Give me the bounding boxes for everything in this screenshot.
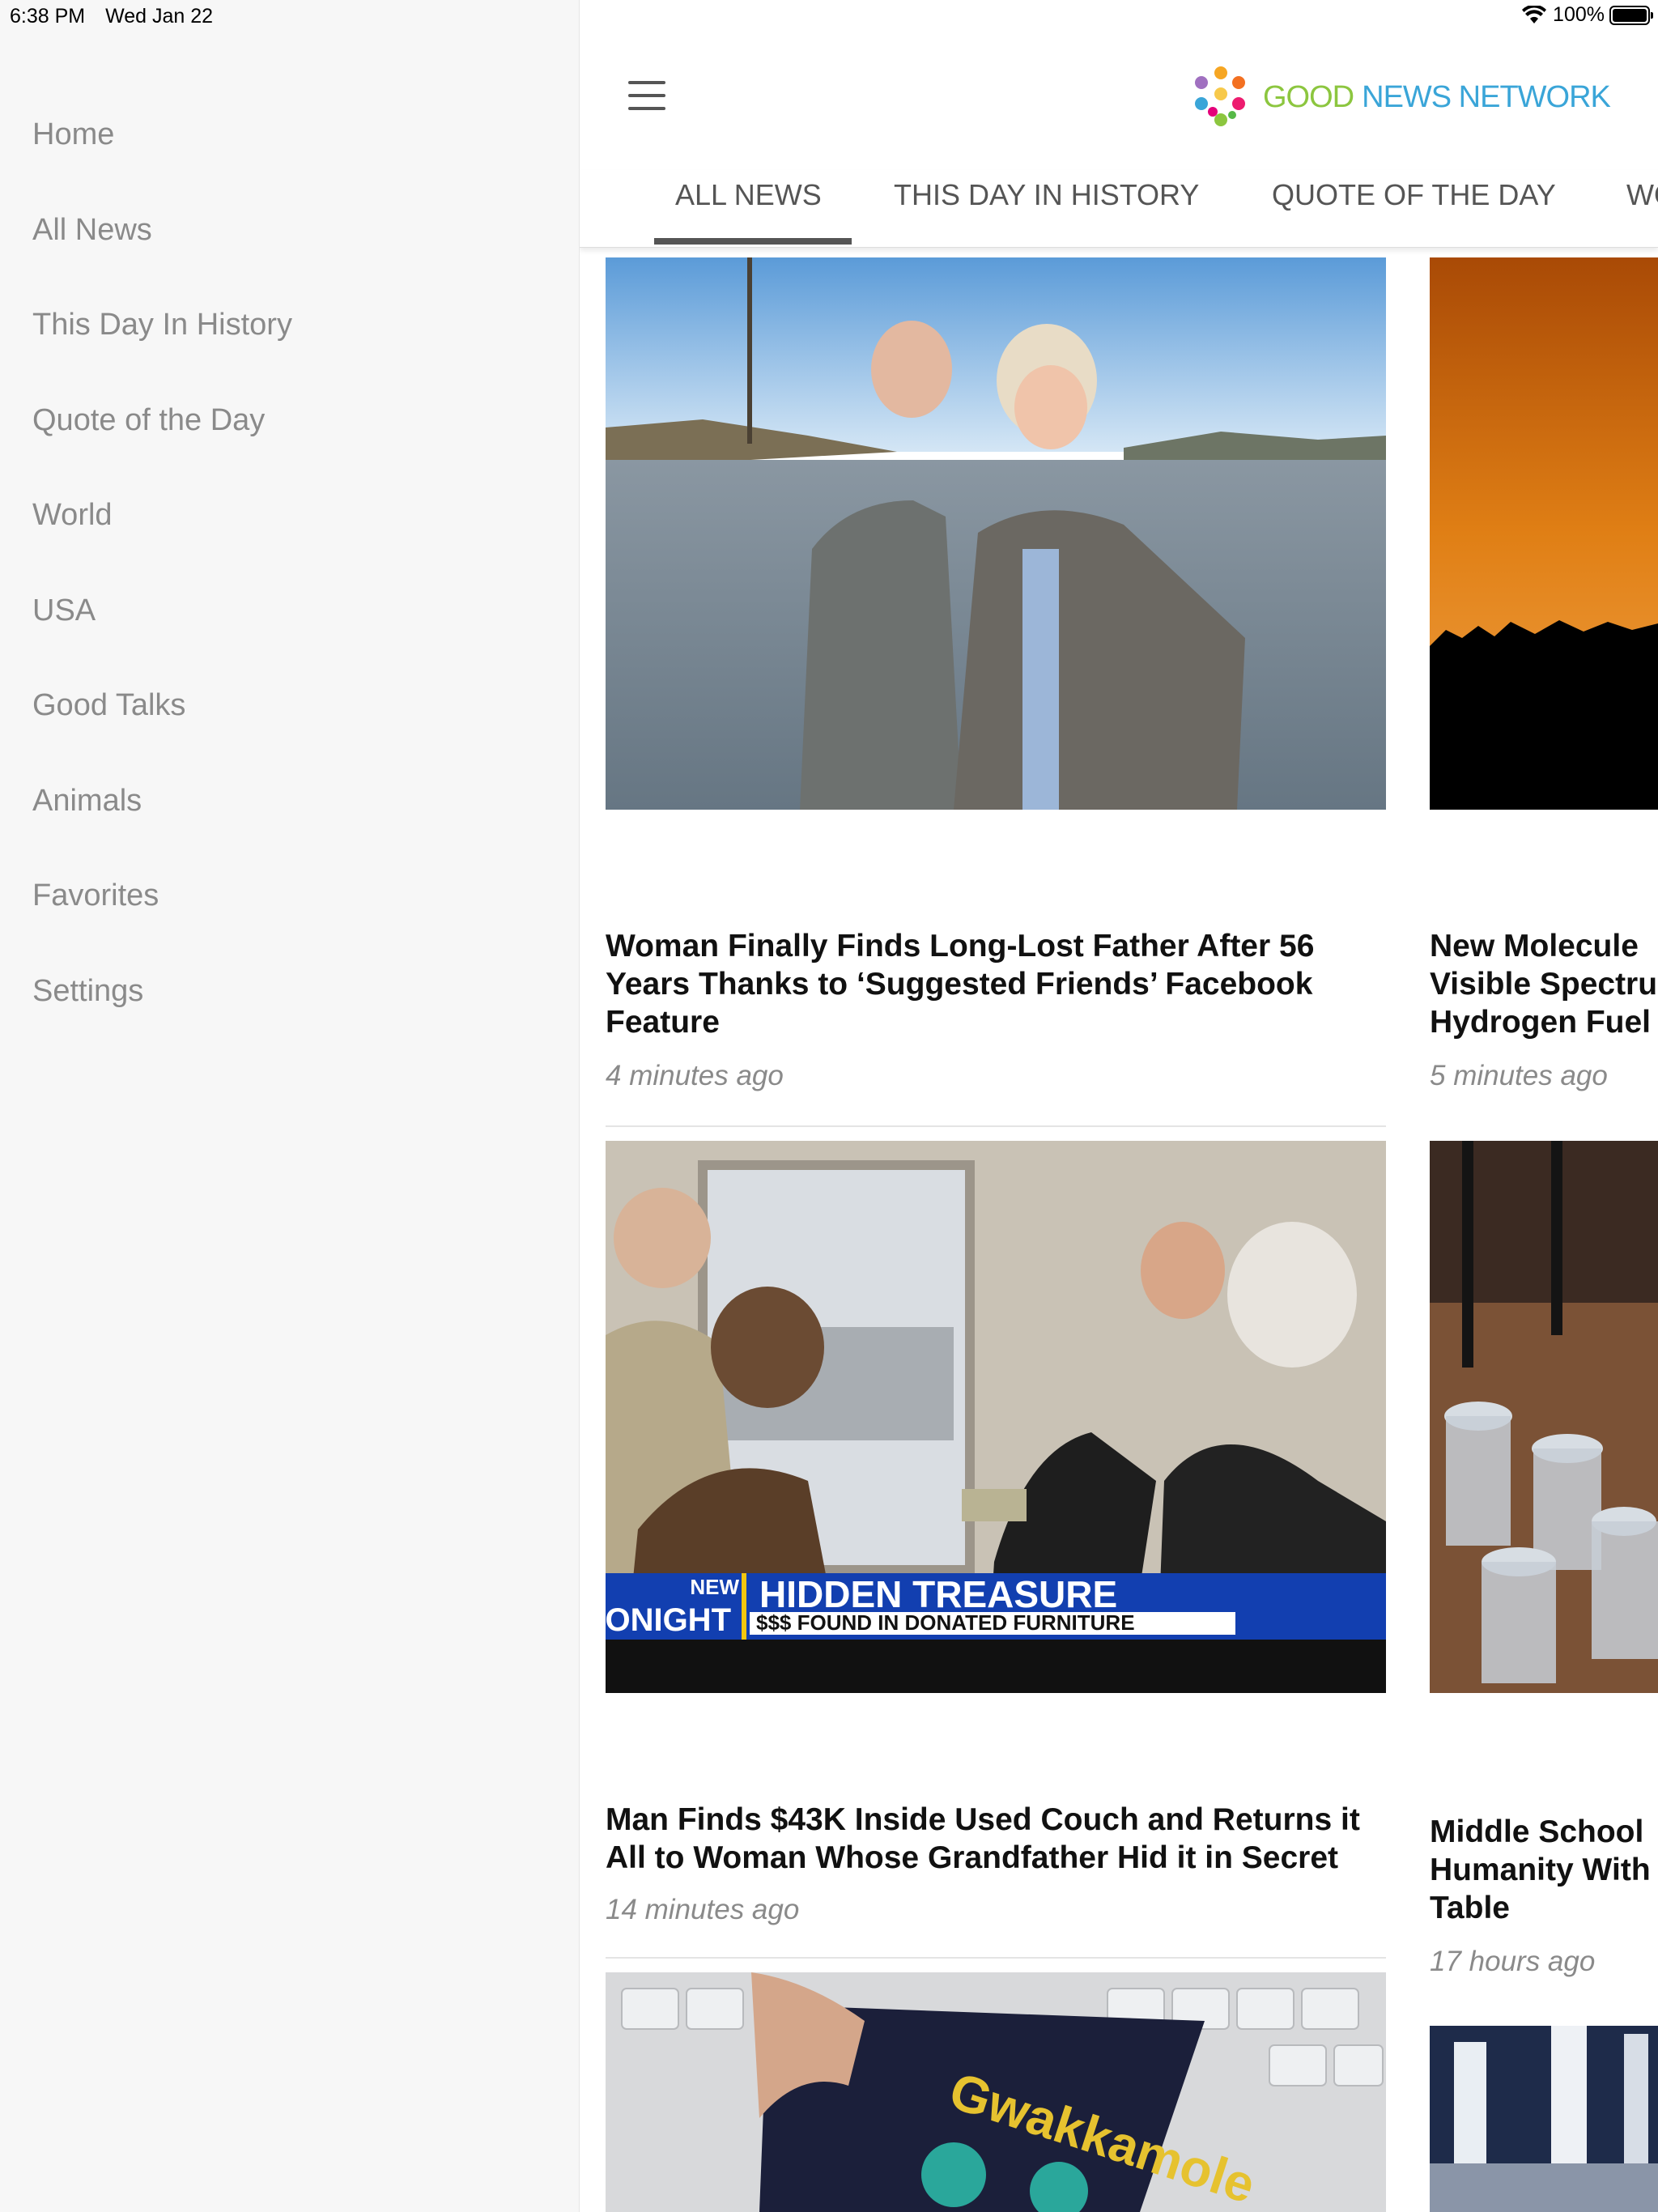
status-bar: 6:38 PM Wed Jan 22 100% [0,0,1658,32]
tab-world[interactable]: WO [1626,178,1658,212]
tab-this-day-in-history[interactable]: THIS DAY IN HISTORY [894,178,1199,212]
menu-item-favorites[interactable]: Favorites [0,849,579,944]
article-headline[interactable]: New Molecule Visible Spectru Hydrogen Fu… [1430,927,1658,1041]
article-image-hidden-treasure[interactable]: NEW ONIGHT HIDDEN TREASURE $$$ FOUND IN … [606,1141,1386,1693]
divider [606,1125,1386,1127]
status-time: 6:38 PM [10,5,86,28]
flower-logo-icon [1195,66,1245,126]
side-menu: Home All News This Day In History Quote … [0,0,580,2212]
category-tabs: ALL NEWS THIS DAY IN HISTORY QUOTE OF TH… [580,170,1658,248]
article-headline[interactable]: Woman Finally Finds Long-Lost Father Aft… [606,927,1367,1041]
logo-text-news-network: NEWS NETWORK [1362,79,1611,114]
menu-item-animals[interactable]: Animals [0,754,579,849]
menu-item-quote-of-the-day[interactable]: Quote of the Day [0,373,579,469]
article-card-4[interactable]: Middle School Humanity With Table 17 hou… [1430,1141,1658,1991]
article-timestamp: 5 minutes ago [1430,1060,1608,1091]
menu-item-good-talks[interactable]: Good Talks [0,658,579,754]
hamburger-menu-icon[interactable] [628,81,665,110]
menu-item-world[interactable]: World [0,468,579,564]
article-card-2[interactable]: New Molecule Visible Spectru Hydrogen Fu… [1430,257,1658,1128]
menu-item-home[interactable]: Home [0,87,579,183]
article-card-1[interactable]: Woman Finally Finds Long-Lost Father Aft… [606,257,1386,1128]
main-content: GOOD NEWS NETWORK ALL NEWS THIS DAY IN HI… [580,0,1658,2212]
battery-icon [1609,5,1653,25]
article-headline[interactable]: Man Finds $43K Inside Used Couch and Ret… [606,1801,1386,1877]
battery-percent: 100% [1553,3,1605,26]
article-image-phone-game[interactable]: Gwakkamole [606,1972,1386,2212]
divider [606,1957,1386,1959]
logo-text-good: GOOD [1263,79,1354,114]
tab-all-news[interactable]: ALL NEWS [675,178,822,212]
menu-item-usa[interactable]: USA [0,564,579,659]
tab-quote-of-the-day[interactable]: QUOTE OF THE DAY [1272,178,1556,212]
status-date: Wed Jan 22 [105,5,214,28]
article-image-building[interactable] [1430,2026,1658,2212]
side-menu-list: Home All News This Day In History Quote … [0,87,579,1039]
menu-item-this-day-in-history[interactable]: This Day In History [0,278,579,373]
article-timestamp: 4 minutes ago [606,1060,784,1091]
article-image-restaurant[interactable] [1430,1141,1658,1693]
article-timestamp: 14 minutes ago [606,1894,800,1925]
caption-title: HIDDEN TREASURE [759,1573,1117,1615]
svg-text:$$$ FOUND IN DONATED FURNITURE: $$$ FOUND IN DONATED FURNITURE [756,1610,1135,1635]
wifi-icon [1522,5,1547,23]
article-card-3[interactable]: NEW ONIGHT HIDDEN TREASURE $$$ FOUND IN … [606,1141,1386,1959]
svg-text:ONIGHT: ONIGHT [606,1602,731,1638]
article-card-5[interactable]: Gwakkamole [606,1972,1386,2212]
article-timestamp: 17 hours ago [1430,1946,1596,1977]
menu-item-settings[interactable]: Settings [0,944,579,1040]
active-tab-indicator [654,238,852,245]
menu-item-all-news[interactable]: All News [0,183,579,279]
svg-text:NEW: NEW [690,1575,739,1599]
article-headline[interactable]: Middle School Humanity With Table [1430,1813,1658,1927]
article-card-6[interactable] [1430,2026,1658,2212]
article-image-sunset[interactable] [1430,257,1658,810]
good-news-network-logo[interactable]: GOOD NEWS NETWORK [1190,65,1611,130]
article-image-couple[interactable] [606,257,1386,810]
